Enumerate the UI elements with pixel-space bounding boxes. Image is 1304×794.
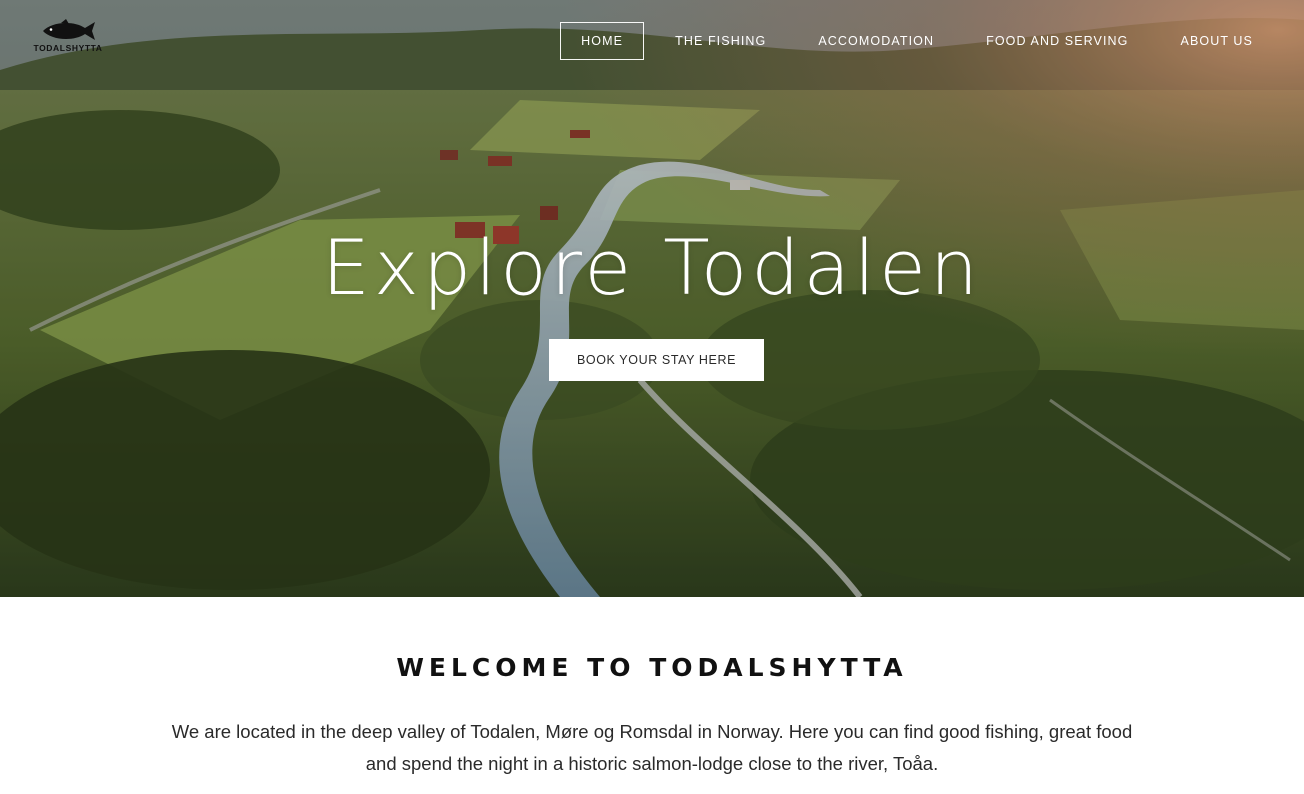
nav-item-accomodation[interactable]: ACCOMODATION	[797, 22, 955, 60]
welcome-text-line-1: We are located in the deep valley of Tod…	[171, 721, 1133, 742]
nav-item-food-and-serving[interactable]: FOOD AND SERVING	[965, 22, 1149, 60]
salmon-icon	[43, 19, 95, 40]
welcome-section: WELCOME TO TODALSHYTTA We are located in…	[0, 597, 1304, 794]
welcome-title: WELCOME TO TODALSHYTTA	[396, 653, 908, 682]
logo-wordmark: TODALSHYTTA	[33, 43, 103, 53]
site-header: TODALSHYTTA HOME THE FISHING ACCOMODATIO…	[0, 0, 1304, 80]
nav-item-about-us[interactable]: ABOUT US	[1160, 22, 1274, 60]
site-logo[interactable]: TODALSHYTTA	[30, 18, 106, 62]
welcome-text-line-2: and spend the night in a historic salmon…	[365, 753, 939, 774]
hero-title: Explore Todalen	[321, 223, 983, 312]
nav-item-home[interactable]: HOME	[560, 22, 645, 60]
main-nav: HOME THE FISHING ACCOMODATION FOOD AND S…	[550, 22, 1274, 60]
hero-section: TODALSHYTTA HOME THE FISHING ACCOMODATIO…	[0, 0, 1304, 597]
book-stay-button[interactable]: BOOK YOUR STAY HERE	[549, 339, 764, 381]
nav-item-the-fishing[interactable]: THE FISHING	[654, 22, 787, 60]
welcome-text: We are located in the deep valley of Tod…	[162, 716, 1142, 780]
